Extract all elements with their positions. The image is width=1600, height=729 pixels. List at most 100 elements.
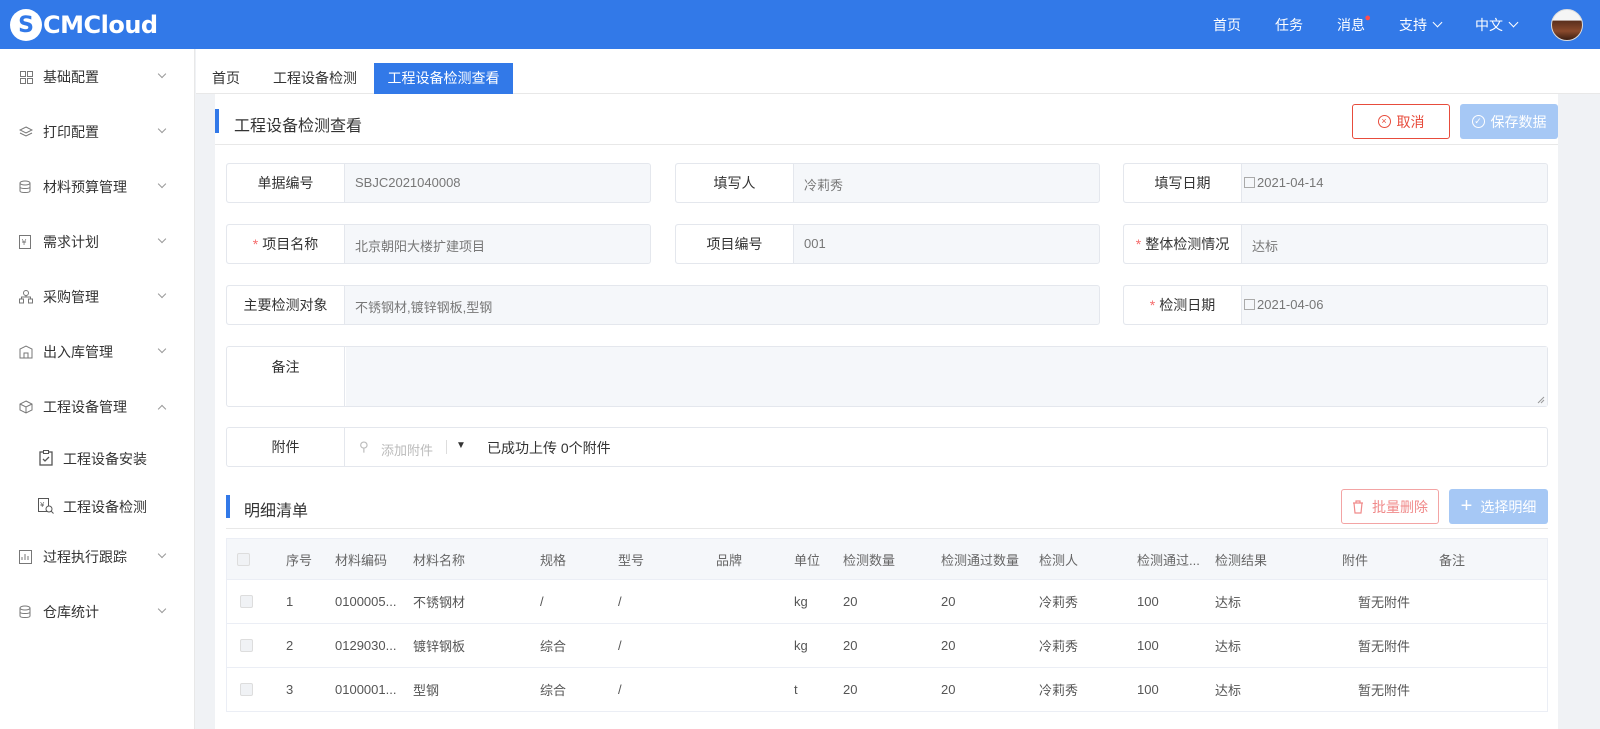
tab-equipment-check-view[interactable]: 工程设备检测查看 [374,63,513,94]
table-row[interactable]: 1 0100005... 不锈钢材 / / kg 20 20 冷莉秀 100 达… [227,580,1547,624]
sidebar-item-inventory[interactable]: 出入库管理 [0,332,195,372]
chart-doc-icon [19,550,33,564]
col-header: 单位 [794,552,821,568]
save-data-button[interactable]: ✓ 保存数据 [1460,104,1558,139]
table-cell: kg [794,594,808,609]
main-objects-field: 主要检测对象 不锈钢材,镀锌钢板,型钢 [226,285,1100,325]
table-row[interactable]: 3 0100001... 型钢 综合 / t 20 20 冷莉秀 100 达标 … [227,668,1547,712]
divider [215,144,1558,145]
project-no-field: 项目编号 001 [675,224,1100,264]
table-cell: 20 [843,594,858,609]
row-checkbox[interactable] [240,580,253,623]
table-cell[interactable]: 暂无附件 [1358,668,1410,711]
field-label: 备注 [227,347,345,406]
title-accent-bar [215,109,219,133]
select-all-checkbox[interactable] [237,539,250,579]
nav-support[interactable]: 支持 [1399,15,1443,35]
check-date-field: * 检测日期 2021-04-06 [1123,285,1548,325]
sidebar-item-label: 工程设备管理 [43,399,127,415]
upload-status: 已成功上传 0个附件 [487,440,611,456]
table-cell: 100 [1137,682,1159,697]
sidebar-item-budget[interactable]: 材料预算管理 [0,167,195,207]
add-attachment-button[interactable]: 添加附件 [381,440,433,459]
sidebar-subitem-equipment-check[interactable]: ¥ 工程设备检测 [0,486,195,526]
overall-result-value: 达标 [1252,239,1279,254]
select-detail-button[interactable]: + 选择明细 [1449,489,1548,524]
top-header: S CMCloud 首页 任务 消息 ● 支持 中文 [0,0,1600,49]
remark-textarea[interactable] [346,347,1547,406]
grid-icon [19,70,33,84]
sidebar-item-print-config[interactable]: 打印配置 [0,112,195,152]
nav-message[interactable]: 消息 ● [1337,12,1371,35]
sidebar-item-equipment[interactable]: 工程设备管理 [0,387,195,427]
nav-home[interactable]: 首页 [1213,15,1241,35]
batch-delete-button[interactable]: 批量删除 [1341,489,1439,524]
col-header: 检测数量 [843,552,896,568]
nav-task[interactable]: 任务 [1275,15,1303,35]
close-circle-icon: × [1377,115,1391,128]
table-cell: / [618,594,622,609]
row-checkbox[interactable] [240,668,253,711]
nav-language-label: 中文 [1475,16,1503,33]
sidebar-subitem-equipment-install[interactable]: 工程设备安装 [0,438,195,478]
table-cell: / [540,594,544,609]
field-label: 填写日期 [1124,164,1242,202]
table-cell: 20 [941,682,956,697]
table-cell: 型钢 [413,683,440,698]
field-label: 项目编号 [676,225,794,263]
table-cell: / [618,638,622,653]
sidebar-item-process-tracking[interactable]: 过程执行跟踪 [0,537,195,577]
check-circle-icon: ✓ [1471,115,1485,128]
table-cell: 达标 [1215,683,1242,698]
plus-icon: + [1460,495,1473,517]
nav-support-label: 支持 [1399,16,1427,33]
table-cell: 达标 [1215,639,1242,654]
org-icon [19,290,33,304]
table-cell[interactable]: 暂无附件 [1358,624,1410,667]
table-cell: 20 [941,594,956,609]
col-header: 序号 [286,552,313,568]
chevron-down-icon [157,604,167,614]
row-checkbox[interactable] [240,624,253,667]
svg-text:¥: ¥ [22,238,27,247]
resize-handle-icon[interactable] [1537,396,1545,404]
save-button-label: 保存数据 [1490,113,1547,130]
nav-message-label: 消息 [1337,16,1365,33]
required-asterisk: * [1135,236,1142,252]
tab-label: 工程设备检测 [273,70,357,86]
cancel-button[interactable]: × 取消 [1352,104,1450,139]
chevron-down-icon [157,234,167,244]
doc-no-value: SBJC2021040008 [355,175,461,190]
chevron-up-icon [157,404,167,414]
table-cell: 20 [843,638,858,653]
writer-field: 填写人 冷莉秀 [675,163,1100,203]
building-icon [19,345,33,359]
sidebar-item-label: 过程执行跟踪 [43,549,127,565]
money-doc-icon: ¥ [19,235,33,249]
col-header: 备注 [1439,552,1466,568]
sidebar: 基础配置 打印配置 材料预算管理 ¥ 需求计划 采购管理 出入库管理 工程设备管… [0,49,195,729]
nav-language[interactable]: 中文 [1475,15,1519,35]
col-header: 附件 [1342,552,1369,568]
required-asterisk: * [252,236,259,252]
dropdown-caret-icon[interactable]: ▼ [456,440,466,451]
sidebar-item-warehouse-stats[interactable]: 仓库统计 [0,592,195,632]
divider [446,440,447,454]
table-row[interactable]: 2 0129030... 镀锌钢板 综合 / kg 20 20 冷莉秀 100 … [227,624,1547,668]
logo-s-icon: S [10,9,42,41]
table-cell[interactable]: 暂无附件 [1358,580,1410,623]
col-header: 材料编码 [335,552,388,568]
tab-equipment-check[interactable]: 工程设备检测 [262,63,368,93]
sidebar-item-purchase[interactable]: 采购管理 [0,277,195,317]
sidebar-item-demand[interactable]: ¥ 需求计划 [0,222,195,262]
field-label: 单据编号 [227,164,345,202]
sidebar-item-basic-config[interactable]: 基础配置 [0,57,195,97]
col-header: 型号 [618,552,645,568]
box-icon [19,400,33,414]
tab-home[interactable]: 首页 [200,63,252,93]
col-header: 品牌 [716,552,743,568]
calendar-icon [1244,299,1255,310]
table-cell: 20 [941,638,956,653]
user-avatar[interactable] [1551,8,1583,41]
logo[interactable]: S CMCloud [10,9,158,41]
